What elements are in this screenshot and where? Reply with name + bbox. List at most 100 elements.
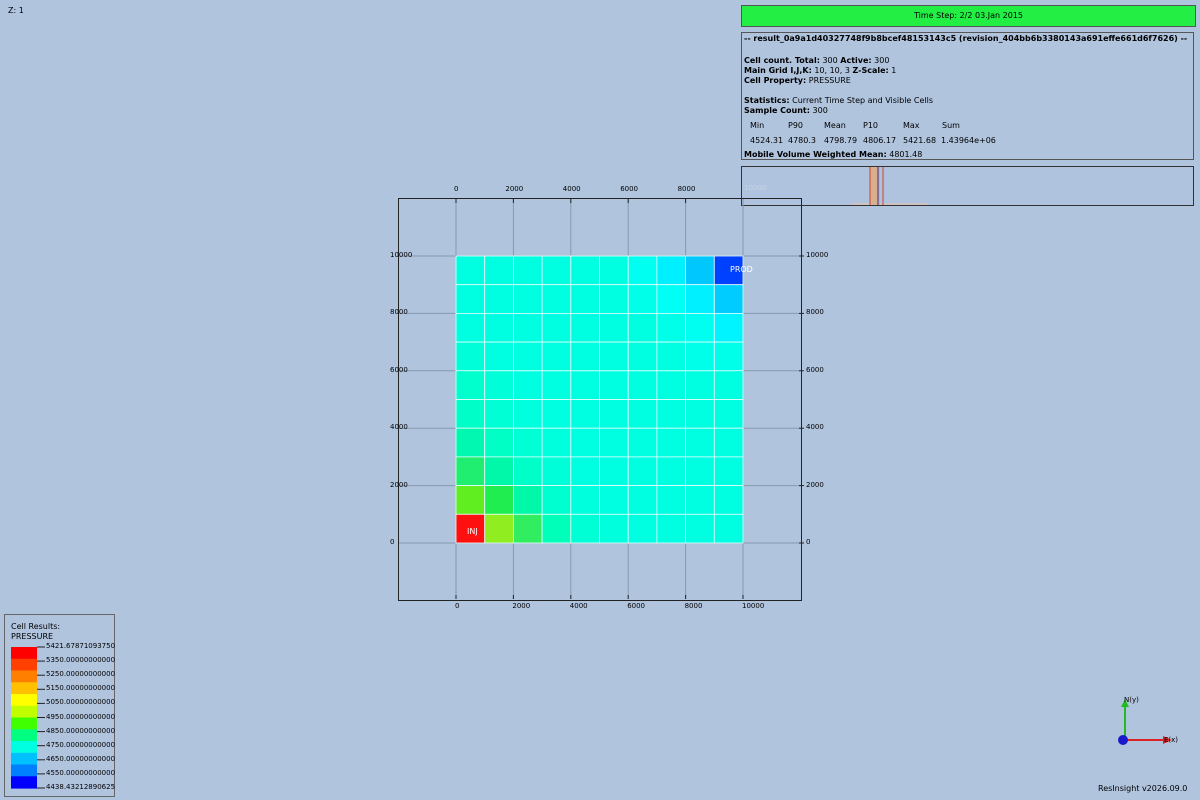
grid-cell[interactable] — [570, 284, 600, 314]
grid-cell[interactable] — [541, 485, 572, 515]
grid-cell[interactable] — [713, 513, 744, 544]
grid-cell[interactable] — [513, 513, 543, 544]
grid-cell[interactable] — [599, 456, 629, 486]
grid-cell[interactable] — [713, 284, 744, 314]
grid-cell[interactable] — [713, 399, 744, 429]
grid-cell[interactable] — [656, 456, 687, 486]
grid-cell[interactable] — [685, 513, 715, 544]
grid-cell[interactable] — [513, 399, 543, 429]
grid-cell[interactable] — [455, 399, 486, 429]
grid-cell[interactable] — [599, 399, 629, 429]
grid-cell[interactable] — [570, 399, 600, 429]
grid-cell[interactable] — [455, 485, 486, 515]
grid-cell[interactable] — [513, 255, 543, 286]
grid-cell[interactable] — [685, 255, 715, 286]
grid-cell[interactable] — [685, 312, 715, 343]
grid-cell[interactable] — [599, 341, 629, 372]
grid-cell[interactable] — [484, 312, 514, 343]
grid-cell[interactable] — [541, 255, 572, 286]
grid-cell[interactable] — [656, 255, 687, 286]
grid-cell[interactable] — [541, 399, 572, 429]
grid-cell[interactable] — [484, 485, 514, 515]
grid-cell[interactable] — [484, 427, 514, 458]
grid-cell[interactable] — [570, 312, 600, 343]
grid-cell[interactable] — [713, 485, 744, 515]
grid-cell[interactable] — [627, 255, 658, 286]
grid-cell[interactable] — [599, 370, 629, 400]
grid-cell[interactable] — [513, 427, 543, 458]
grid-cell[interactable] — [513, 284, 543, 314]
grid-cell[interactable] — [570, 513, 600, 544]
grid-cell[interactable] — [513, 341, 543, 372]
grid-cell[interactable] — [599, 485, 629, 515]
grid-cell[interactable] — [685, 427, 715, 458]
grid-cell[interactable] — [656, 513, 687, 544]
grid-cell[interactable] — [541, 284, 572, 314]
grid-cell[interactable] — [513, 485, 543, 515]
grid-cell[interactable] — [627, 513, 658, 544]
grid-cell[interactable] — [455, 255, 486, 286]
grid-cell[interactable] — [627, 485, 658, 515]
grid-cell[interactable] — [599, 427, 629, 458]
grid-cell[interactable] — [685, 284, 715, 314]
grid-cell[interactable] — [685, 370, 715, 400]
grid-cell[interactable] — [541, 513, 572, 544]
grid-cell[interactable] — [541, 370, 572, 400]
grid-cell[interactable] — [656, 312, 687, 343]
grid-cell[interactable] — [713, 456, 744, 486]
grid-cell[interactable] — [627, 284, 658, 314]
grid-cell[interactable] — [627, 370, 658, 400]
grid-cell[interactable] — [713, 312, 744, 343]
grid-cell[interactable] — [627, 427, 658, 458]
grid-cell[interactable] — [570, 255, 600, 286]
grid-cell[interactable] — [685, 456, 715, 486]
grid-cell[interactable] — [599, 255, 629, 286]
grid-cell[interactable] — [656, 485, 687, 515]
grid-view[interactable] — [0, 0, 1200, 800]
grid-cell[interactable] — [513, 370, 543, 400]
grid-cell[interactable] — [656, 284, 687, 314]
grid-cell[interactable] — [713, 427, 744, 458]
grid-cell[interactable] — [455, 341, 486, 372]
grid-cell[interactable] — [484, 255, 514, 286]
grid-cell[interactable] — [627, 399, 658, 429]
grid-cell[interactable] — [570, 427, 600, 458]
grid-cell[interactable] — [455, 427, 486, 458]
grid-cell[interactable] — [713, 370, 744, 400]
grid-cell[interactable] — [713, 341, 744, 372]
grid-cell[interactable] — [627, 341, 658, 372]
grid-cell[interactable] — [656, 370, 687, 400]
grid-cell[interactable] — [656, 427, 687, 458]
grid-cells[interactable] — [455, 255, 744, 544]
grid-cell[interactable] — [513, 312, 543, 343]
grid-cell[interactable] — [599, 284, 629, 314]
grid-cell[interactable] — [484, 513, 514, 544]
grid-cell[interactable] — [455, 312, 486, 343]
grid-cell[interactable] — [656, 399, 687, 429]
grid-cell[interactable] — [627, 312, 658, 343]
grid-cell[interactable] — [656, 341, 687, 372]
grid-cell[interactable] — [484, 399, 514, 429]
grid-cell[interactable] — [484, 284, 514, 314]
grid-cell[interactable] — [570, 341, 600, 372]
grid-cell[interactable] — [685, 485, 715, 515]
grid-cell[interactable] — [570, 370, 600, 400]
grid-cell[interactable] — [541, 312, 572, 343]
grid-cell[interactable] — [685, 341, 715, 372]
grid-cell[interactable] — [627, 456, 658, 486]
grid-cell[interactable] — [484, 456, 514, 486]
grid-cell[interactable] — [570, 456, 600, 486]
grid-cell[interactable] — [455, 370, 486, 400]
grid-cell[interactable] — [484, 370, 514, 400]
grid-cell[interactable] — [541, 427, 572, 458]
grid-cell[interactable] — [541, 341, 572, 372]
grid-cell[interactable] — [599, 312, 629, 343]
grid-cell[interactable] — [599, 513, 629, 544]
grid-cell[interactable] — [541, 456, 572, 486]
grid-cell[interactable] — [455, 456, 486, 486]
grid-cell[interactable] — [513, 456, 543, 486]
grid-cell[interactable] — [484, 341, 514, 372]
grid-cell[interactable] — [685, 399, 715, 429]
grid-cell[interactable] — [455, 284, 486, 314]
grid-cell[interactable] — [570, 485, 600, 515]
